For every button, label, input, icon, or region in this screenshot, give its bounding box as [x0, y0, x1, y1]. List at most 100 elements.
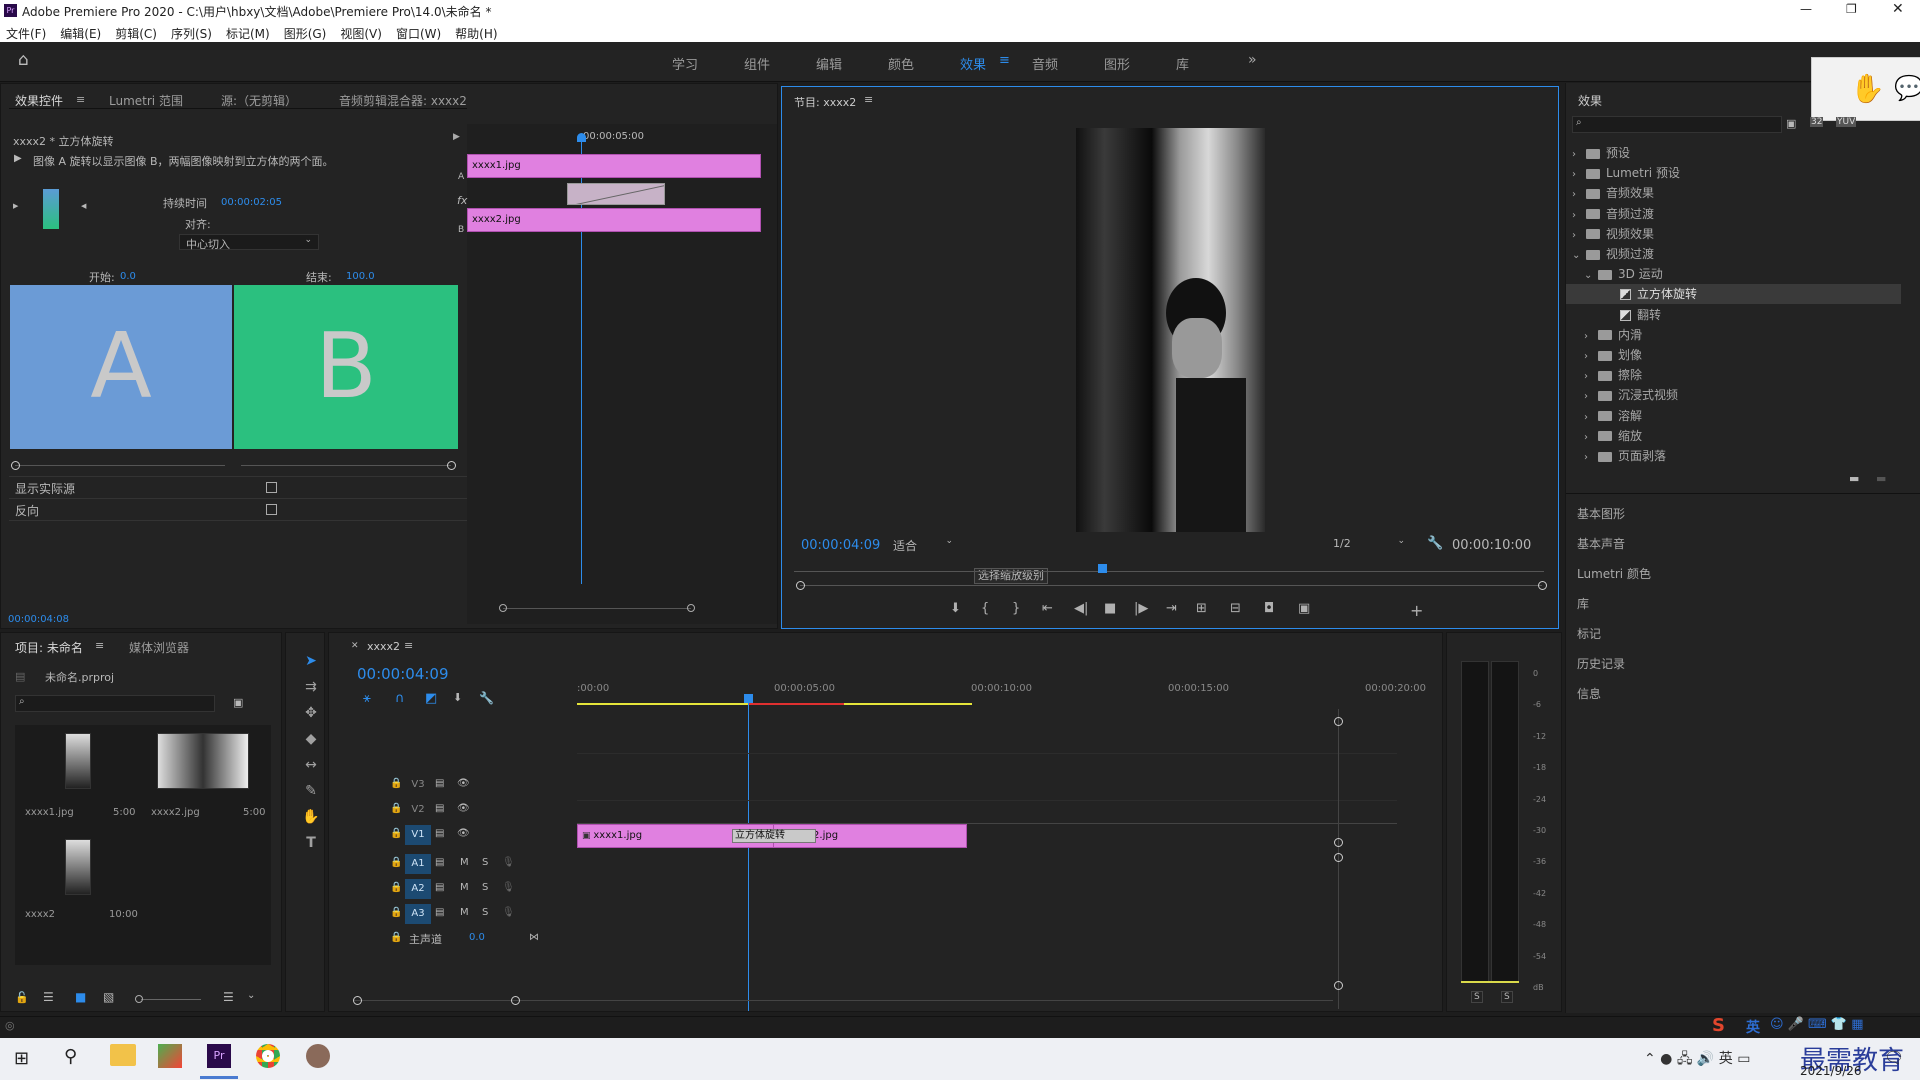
workspace-tab[interactable]: 学习: [672, 54, 698, 73]
effects-tree-item[interactable]: › Lumetri 预设: [1566, 163, 1901, 183]
ime-language[interactable]: 英: [1746, 1017, 1760, 1037]
master-track-value[interactable]: 0.0: [469, 932, 485, 943]
photos-app-icon[interactable]: [158, 1044, 182, 1068]
effect-timecode[interactable]: 00:00:04:08: [8, 614, 69, 625]
comparison-view-icon[interactable]: ▣: [1298, 601, 1310, 616]
effects-tree-item[interactable]: › 缩放: [1566, 426, 1901, 446]
workspace-tab[interactable]: 编辑: [816, 54, 842, 73]
list-view-icon[interactable]: ☰: [43, 990, 54, 1004]
menu-item[interactable]: 标记(M): [226, 27, 270, 41]
start-windows-icon[interactable]: ⊞: [14, 1048, 29, 1069]
sync-lock-icon[interactable]: ▤: [435, 778, 444, 789]
chevron-right-icon[interactable]: ›: [1584, 408, 1598, 428]
step-back-icon[interactable]: ◀|: [1074, 601, 1088, 616]
duration-value[interactable]: 00:00:02:05: [221, 197, 282, 208]
step-forward-icon[interactable]: |▶: [1134, 601, 1148, 616]
lock-icon[interactable]: 🔒: [390, 882, 402, 893]
notification-icon[interactable]: 🗨: [1884, 1048, 1904, 1067]
marker-icon[interactable]: ⬇: [453, 691, 462, 704]
linked-selection-icon[interactable]: ◩: [425, 691, 437, 706]
go-to-end-icon[interactable]: ⋈: [529, 932, 539, 943]
project-item[interactable]: xxxx1.jpg 5:00: [17, 727, 137, 825]
v-scroll-handle[interactable]: [1334, 853, 1343, 862]
workspace-tab[interactable]: 音频: [1032, 54, 1058, 73]
lock-icon[interactable]: 🔓: [15, 991, 29, 1004]
project-item[interactable]: xxxx2 10:00: [17, 833, 138, 931]
solo-button[interactable]: S: [482, 857, 488, 868]
start-slider-handle[interactable]: [11, 461, 20, 470]
effect-controls-tab[interactable]: 源:（无剪辑）: [221, 92, 297, 109]
ime-tools-icons[interactable]: ☺ 🎤 ⌨ 👕 ▦: [1770, 1017, 1864, 1032]
track-name-v1[interactable]: V1: [405, 825, 431, 845]
align-select[interactable]: 中心切入 ⌄: [179, 234, 319, 251]
chrome-icon[interactable]: [256, 1044, 280, 1068]
track-select-tool-icon[interactable]: ⇉: [301, 677, 321, 697]
effects-tree-item[interactable]: › 内滑: [1566, 325, 1901, 345]
effects-tree-item[interactable]: › 视频效果: [1566, 224, 1901, 244]
selection-tool-icon[interactable]: ➤: [301, 651, 321, 671]
end-value[interactable]: 100.0: [346, 271, 375, 282]
hand-tool-icon[interactable]: ✋: [301, 807, 321, 827]
effects-tree-item[interactable]: 立方体旋转: [1566, 284, 1901, 305]
lock-icon[interactable]: 🔒: [390, 828, 402, 839]
home-icon[interactable]: ⌂: [18, 50, 29, 70]
more-workspaces-icon[interactable]: »: [1248, 52, 1257, 68]
menu-item[interactable]: 图形(G): [284, 27, 327, 41]
ripple-edit-tool-icon[interactable]: ✥: [301, 703, 321, 723]
razor-tool-icon[interactable]: ◆: [301, 729, 321, 749]
program-menu-icon[interactable]: ≡: [864, 93, 873, 106]
project-search-input[interactable]: ⌕: [15, 695, 215, 712]
program-timecode[interactable]: 00:00:04:09: [801, 538, 880, 553]
quality-select[interactable]: 1/2 ⌄: [1329, 536, 1409, 553]
sequence-menu-icon[interactable]: ≡: [404, 639, 413, 652]
snap-icon[interactable]: ∩: [395, 691, 405, 706]
show-actual-source-checkbox[interactable]: [266, 482, 277, 493]
collapsed-panel-tab[interactable]: 基本图形: [1577, 505, 1625, 522]
project-menu-icon[interactable]: ≡: [95, 639, 104, 652]
track-name-a3[interactable]: A3: [405, 904, 431, 924]
end-slider[interactable]: [241, 465, 451, 466]
lock-icon[interactable]: 🔒: [390, 803, 402, 814]
collapsed-panel-tab[interactable]: 标记: [1577, 625, 1601, 642]
effects-tree-item[interactable]: › 沉浸式视频: [1566, 385, 1901, 405]
chevron-right-icon[interactable]: ›: [1584, 327, 1598, 347]
chevron-right-icon[interactable]: ›: [1572, 165, 1586, 185]
effects-menu-icon[interactable]: ≡: [999, 53, 1010, 68]
v-scroll-handle[interactable]: [1334, 717, 1343, 726]
effects-tree-item[interactable]: › 音频效果: [1566, 183, 1901, 203]
time-ruler[interactable]: :00:00 00:00:05:00 00:00:10:00 00:00:15:00 0…: [577, 679, 1426, 703]
timeline-playhead[interactable]: [748, 695, 749, 1011]
effect-controls-tab[interactable]: 音频剪辑混合器: xxxx2: [339, 92, 467, 109]
tray-icons[interactable]: ⌃ ● 🖧 🔊 英 ▭: [1644, 1048, 1750, 1072]
eye-icon[interactable]: 👁: [457, 778, 470, 789]
solo-right-button[interactable]: S: [1501, 991, 1513, 1003]
chevron-down-icon[interactable]: ⌄: [1584, 266, 1598, 286]
sync-lock-icon[interactable]: ▤: [435, 828, 444, 839]
workspace-tab[interactable]: 效果: [960, 54, 986, 73]
workspace-tab[interactable]: 库: [1176, 54, 1189, 73]
chevron-right-icon[interactable]: ›: [1584, 347, 1598, 367]
arrow-left-icon[interactable]: ◀: [81, 202, 86, 210]
lock-icon[interactable]: 🔒: [390, 857, 402, 868]
mini-scrollbar[interactable]: [503, 608, 691, 609]
workspace-tab[interactable]: 组件: [744, 54, 770, 73]
freeform-view-icon[interactable]: ▧: [103, 990, 114, 1004]
menu-item[interactable]: 窗口(W): [396, 27, 441, 41]
start-slider[interactable]: [15, 465, 225, 466]
search-icon[interactable]: ⚲: [64, 1046, 77, 1067]
chevron-down-icon[interactable]: ⌄: [247, 990, 255, 1001]
go-to-out-icon[interactable]: ⇥: [1166, 601, 1177, 616]
accelerated-effects-icon[interactable]: ▣: [1786, 117, 1796, 130]
menu-item[interactable]: 剪辑(C): [115, 27, 157, 41]
32bit-effects-icon[interactable]: 32: [1810, 117, 1824, 127]
v-scroll-handle[interactable]: [1334, 981, 1343, 990]
eye-icon[interactable]: 👁: [457, 828, 470, 839]
program-scrollbar[interactable]: [800, 585, 1542, 586]
mute-button[interactable]: M: [460, 882, 469, 893]
type-tool-icon[interactable]: T: [301, 833, 321, 853]
sort-icon[interactable]: ☰: [223, 990, 234, 1004]
chevron-right-icon[interactable]: ›: [1584, 387, 1598, 407]
solo-left-button[interactable]: S: [1471, 991, 1483, 1003]
description-toggle-icon[interactable]: ▶: [14, 153, 22, 164]
mute-button[interactable]: M: [460, 857, 469, 868]
